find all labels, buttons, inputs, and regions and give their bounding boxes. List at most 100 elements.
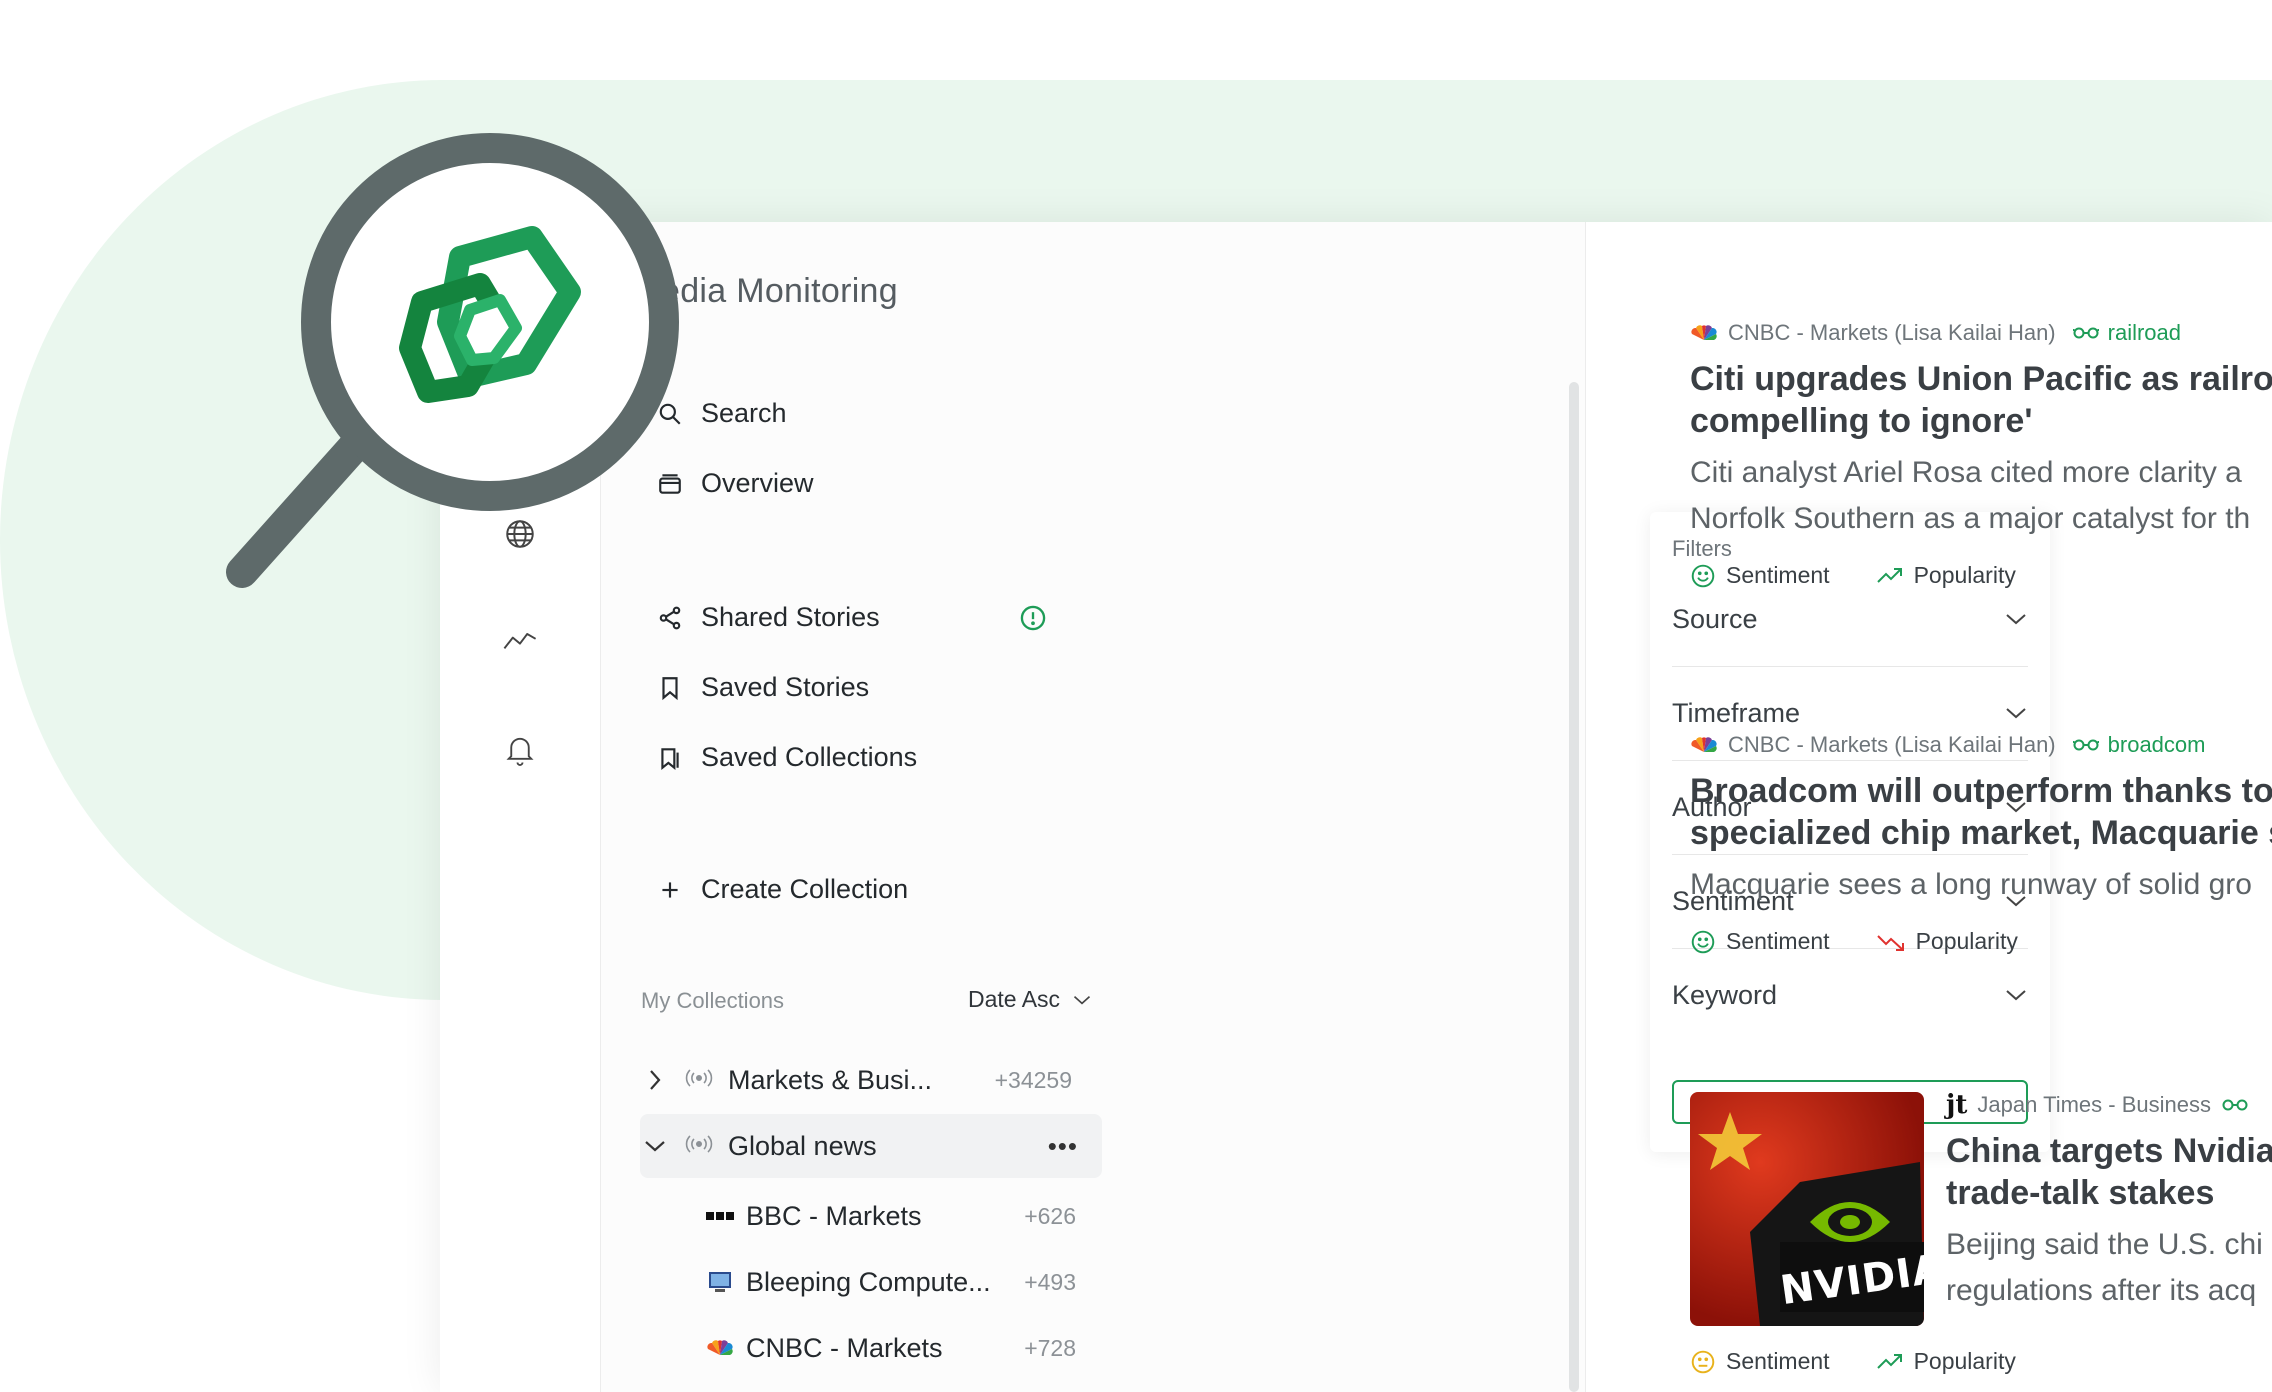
create-collection-label: Create Collection <box>701 874 909 904</box>
chevron-down-icon[interactable] <box>640 1139 670 1153</box>
article-meta: Sentiment Popularity <box>1690 562 2272 589</box>
nav-overview-label: Overview <box>701 468 814 498</box>
article-tag-label: broadcom <box>2107 732 2206 757</box>
article-source[interactable]: CNBC - Markets (Lisa Kailai Han) <box>1728 320 2056 346</box>
article-description: Citi analyst Ariel Rosa cited more clari… <box>1690 450 2272 542</box>
article-headline[interactable]: Citi upgrades Union Pacific as railro co… <box>1690 358 2272 442</box>
collection-global-news[interactable]: Global news ••• <box>640 1114 1102 1178</box>
share-icon <box>659 606 681 629</box>
filter-keyword[interactable]: Keyword <box>1672 948 2028 1042</box>
bleeping-computer-logo-icon <box>706 1272 734 1292</box>
filter-keyword-label: Keyword <box>1672 979 1778 1010</box>
nav-saved-stories-label: Saved Stories <box>701 672 870 702</box>
headline-line: China targets Nvidia <box>1946 1132 2272 1170</box>
article-tag[interactable]: broadcom <box>2072 732 2206 758</box>
chevron-down-icon <box>2006 990 2026 1001</box>
article-description: Macquarie sees a long runway of solid gr… <box>1690 862 2272 908</box>
collection-count: +34259 <box>994 1066 1072 1093</box>
source-row[interactable]: BBC - Markets +626 <box>706 1186 1076 1246</box>
sentiment-label: Sentiment <box>1726 562 1830 588</box>
nav-overview[interactable]: Overview <box>657 468 814 499</box>
headline-line: Citi upgrades Union Pacific as railro <box>1690 360 2272 398</box>
smile-icon <box>1691 564 1715 587</box>
collection-name: Markets & Busi... <box>728 1064 933 1095</box>
description-line: Citi analyst Ariel Rosa cited more clari… <box>1690 456 2242 489</box>
smile-icon <box>1691 930 1715 953</box>
info-icon[interactable] <box>1019 604 1047 637</box>
cnbc-logo-icon <box>1691 325 1717 340</box>
trend-icon[interactable] <box>498 618 542 662</box>
source-count: +493 <box>1024 1268 1076 1295</box>
popularity-label: Popularity <box>1913 562 2016 588</box>
popularity-label: Popularity <box>1913 1348 2016 1374</box>
nav-shared-stories[interactable]: Shared Stories <box>657 602 880 633</box>
nav-search-label: Search <box>701 398 787 428</box>
article-headline[interactable]: China targets Nvidia trade-talk stakes <box>1946 1130 2272 1214</box>
sentiment-label: Sentiment <box>1726 928 1830 954</box>
inbox-icon <box>659 473 681 494</box>
glasses-icon <box>2222 1099 2248 1111</box>
sentiment-label: Sentiment <box>1726 1348 1830 1374</box>
filter-source-label: Source <box>1672 603 1758 634</box>
chevron-down-icon <box>2006 614 2026 625</box>
source-row[interactable]: CNBC - Markets +728 <box>706 1318 1076 1378</box>
sort-dropdown[interactable]: Date Asc <box>968 986 1092 1013</box>
bell-icon[interactable] <box>498 728 542 772</box>
search-icon <box>659 403 681 425</box>
more-options-icon[interactable]: ••• <box>1048 1131 1078 1162</box>
description-line: Norfolk Southern as a major catalyst for… <box>1690 502 2251 535</box>
nav-search[interactable]: Search <box>657 398 787 429</box>
description-line: Beijing said the U.S. chi <box>1946 1228 2263 1261</box>
collection-name: Global news <box>728 1130 877 1161</box>
glasses-icon <box>2072 739 2099 751</box>
broadcast-icon <box>684 1134 716 1159</box>
cnbc-logo-icon <box>1691 737 1717 752</box>
headline-line: Broadcom will outperform thanks to <box>1690 772 2272 810</box>
article-thumbnail[interactable]: NVIDIA <box>1690 1092 1924 1326</box>
article-meta: Sentiment Popularity <box>1690 928 2272 955</box>
sidebar-scrollbar[interactable] <box>1569 382 1579 1392</box>
bbc-logo-icon <box>706 1206 734 1226</box>
chevron-right-icon[interactable] <box>640 1068 670 1092</box>
cnbc-logo-icon <box>706 1338 734 1358</box>
trend-up-icon <box>1876 567 1902 583</box>
article-headline[interactable]: Broadcom will outperform thanks to speci… <box>1690 770 2272 854</box>
globe-icon[interactable] <box>498 512 542 556</box>
icon-rail <box>440 222 601 1392</box>
nav-saved-stories[interactable]: Saved Stories <box>657 672 869 703</box>
collection-markets[interactable]: Markets & Busi... +34259 <box>640 1048 1102 1112</box>
broadcast-icon <box>684 1068 716 1093</box>
article-source[interactable]: CNBC - Markets (Lisa Kailai Han) <box>1728 732 2056 758</box>
nav-saved-collections-label: Saved Collections <box>701 742 918 772</box>
trend-up-icon <box>1876 1353 1902 1369</box>
nav-shared-stories-label: Shared Stories <box>701 602 880 632</box>
article-card[interactable]: CNBC - Markets (Lisa Kailai Han) broadco… <box>1690 730 2272 955</box>
article-card[interactable]: jt Japan Times - Business China targets … <box>1946 1090 2272 1314</box>
popularity-label: Popularity <box>1915 928 2018 954</box>
source-count: +626 <box>1024 1202 1076 1229</box>
source-count: +728 <box>1024 1334 1076 1361</box>
app-title: edia Monitoring <box>661 272 898 310</box>
glasses-icon <box>2072 327 2099 339</box>
create-collection-button[interactable]: Create Collection <box>657 874 908 905</box>
source-name: BBC - Markets <box>746 1200 922 1231</box>
source-name: Bleeping Compute... <box>746 1266 991 1297</box>
chevron-down-icon <box>1073 995 1091 1004</box>
headline-line: trade-talk stakes <box>1946 1174 2215 1212</box>
article-source[interactable]: Japan Times - Business <box>1977 1092 2211 1118</box>
headline-line: compelling to ignore' <box>1690 402 2033 440</box>
chevron-down-icon <box>2006 708 2026 719</box>
sort-label: Date Asc <box>968 986 1061 1012</box>
description-line: regulations after its acq <box>1946 1274 2257 1307</box>
plus-icon <box>662 881 678 898</box>
source-row[interactable]: Bleeping Compute... +493 <box>706 1252 1076 1312</box>
neutral-face-icon <box>1691 1350 1715 1373</box>
bookmark-icon <box>662 676 678 700</box>
article-tag[interactable]: railroad <box>2072 320 2181 346</box>
article-description: Beijing said the U.S. chi regulations af… <box>1946 1222 2272 1314</box>
bookmarks-icon <box>661 747 679 770</box>
source-name: CNBC - Markets <box>746 1332 943 1363</box>
article-card[interactable]: CNBC - Markets (Lisa Kailai Han) railroa… <box>1690 318 2272 589</box>
article-tag-label: railroad <box>2107 320 2182 345</box>
nav-saved-collections[interactable]: Saved Collections <box>657 742 917 773</box>
